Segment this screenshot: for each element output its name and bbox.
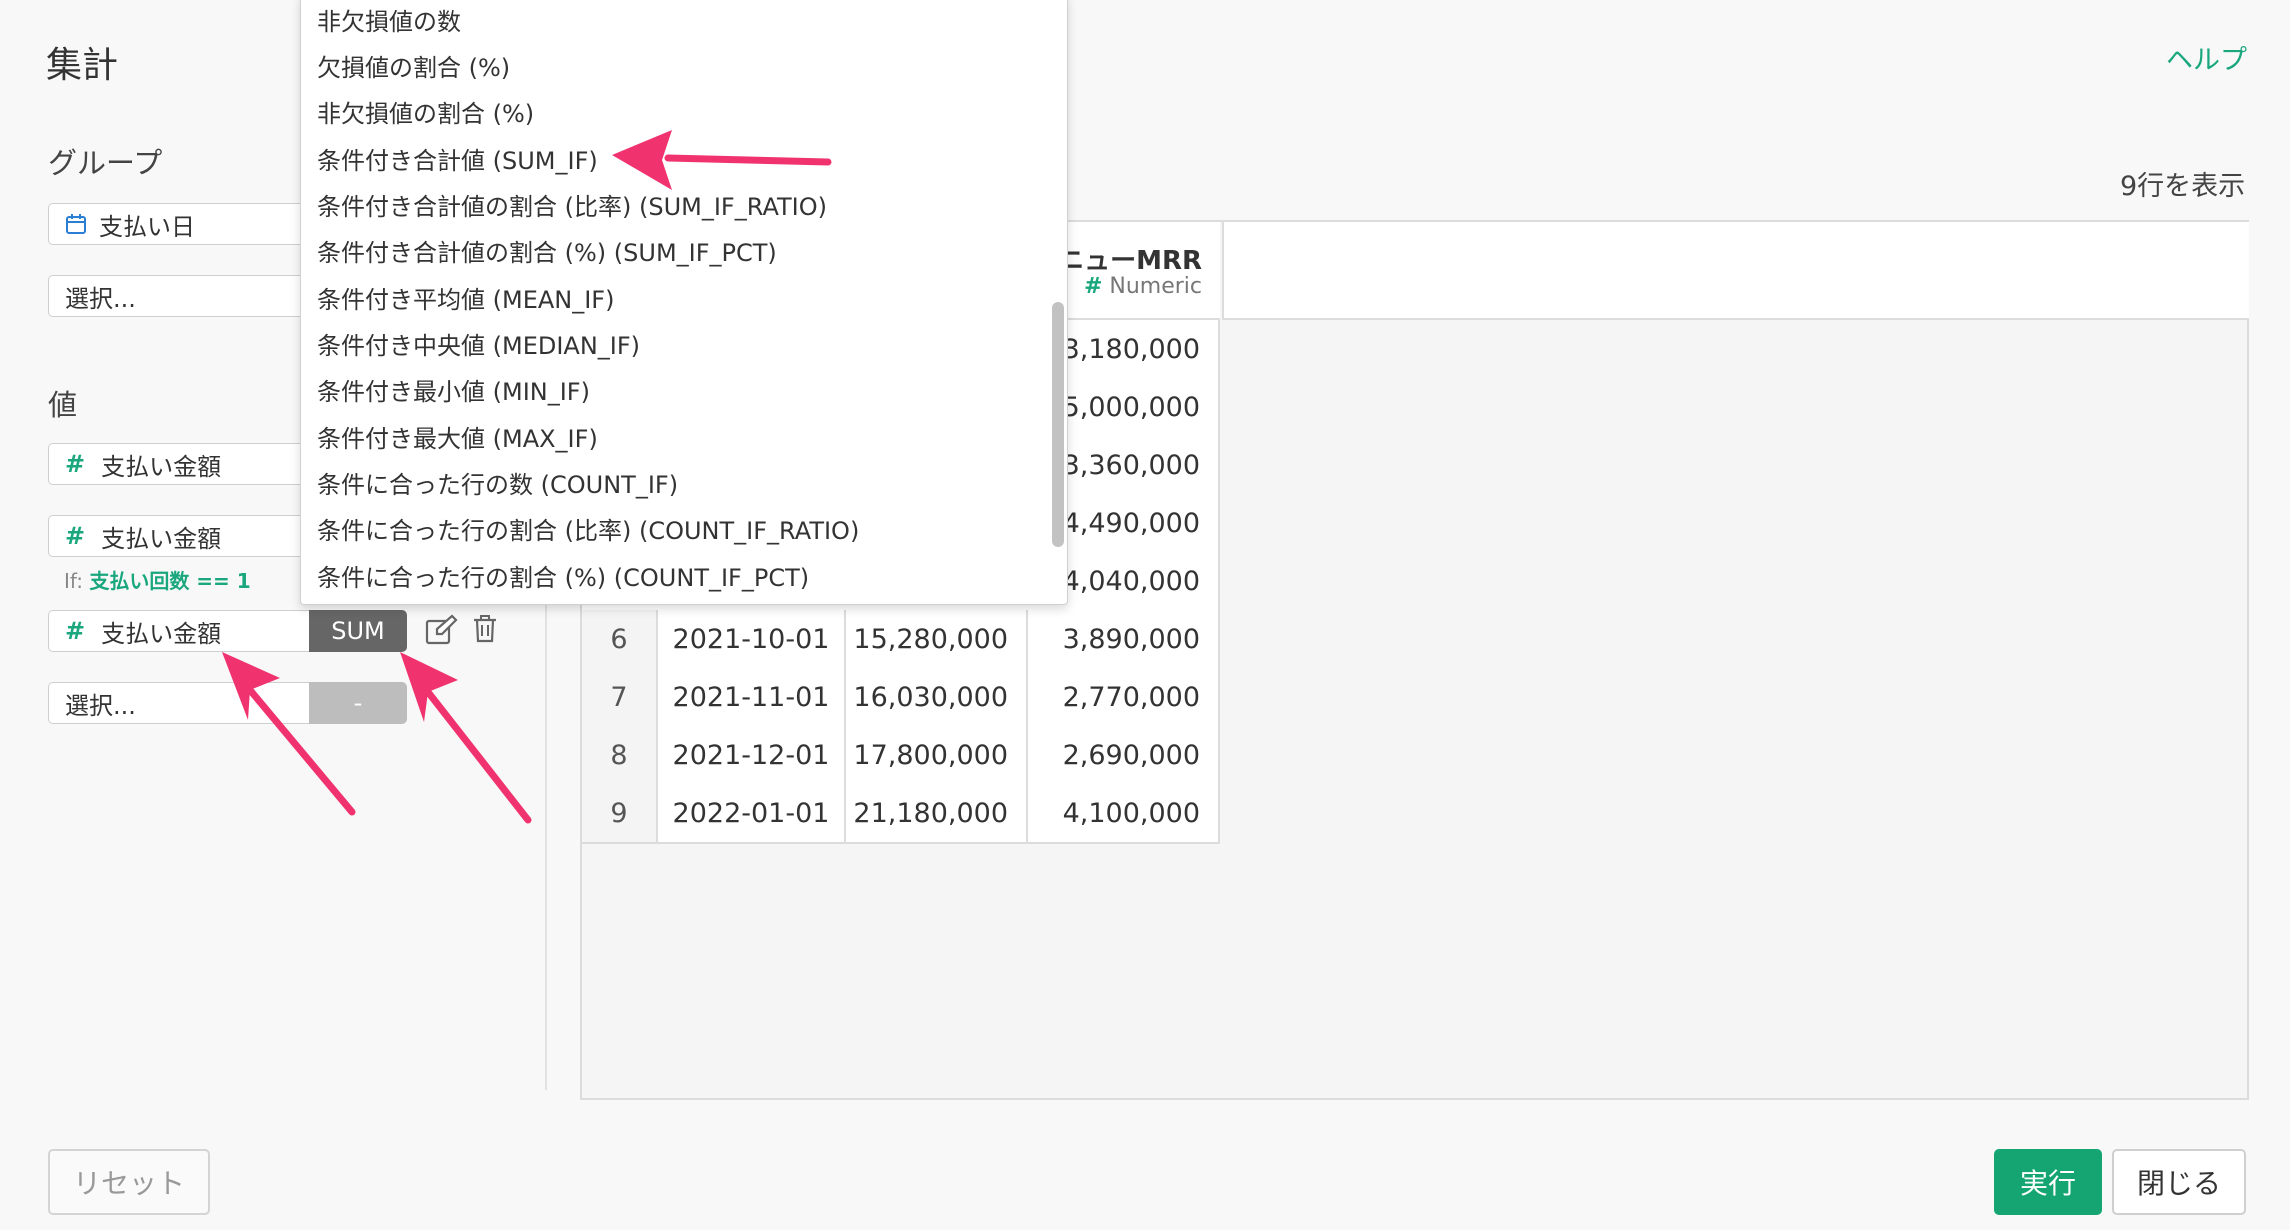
numeric-icon: # — [65, 522, 86, 550]
dropdown-item[interactable]: 非欠損値の数 — [317, 2, 461, 37]
cell-date: 2021-10-01 — [658, 610, 846, 668]
cell-amount: 21,180,000 — [846, 784, 1028, 842]
cell-amount: 17,800,000 — [846, 726, 1028, 784]
dropdown-scrollbar[interactable] — [1052, 302, 1064, 547]
dropdown-item[interactable]: 条件に合った行の数 (COUNT_IF) — [317, 465, 678, 500]
group-select-placeholder: 選択... — [65, 284, 136, 313]
table-row: 9 2022-01-01 21,180,000 4,100,000 — [582, 784, 1220, 844]
dropdown-item[interactable]: 条件付き最小値 (MIN_IF) — [317, 372, 590, 407]
rows-count: 9行を表示 — [2120, 171, 2246, 202]
column-type-label: Numeric — [1109, 274, 1202, 299]
cell-new-mrr: 2,690,000 — [1028, 726, 1220, 784]
dropdown-item[interactable]: 条件付き合計値の割合 (%) (SUM_IF_PCT) — [317, 233, 777, 268]
cell-date: 2022-01-01 — [658, 784, 846, 842]
numeric-icon: # — [65, 450, 86, 478]
aggregation-dropdown[interactable]: 非欠損値の数 欠損値の割合 (%) 非欠損値の割合 (%) 条件付き合計値 (S… — [300, 0, 1068, 605]
cell-row-index: 6 — [582, 610, 658, 668]
help-link[interactable]: ヘルプ — [2166, 38, 2247, 77]
if-condition[interactable]: If: 支払い回数 == 1 — [64, 565, 251, 594]
run-button[interactable]: 実行 — [1994, 1149, 2102, 1215]
numeric-icon: # — [65, 617, 86, 645]
value-section-label: 値 — [48, 388, 78, 422]
cell-amount: 16,030,000 — [846, 668, 1028, 726]
table-row: 8 2021-12-01 17,800,000 2,690,000 — [582, 726, 1220, 786]
value-field-3[interactable]: # 支払い金額 — [48, 610, 310, 652]
value-field-label: 支払い金額 — [101, 619, 222, 648]
calendar-icon — [65, 213, 87, 235]
cell-amount: 15,280,000 — [846, 610, 1028, 668]
cell-row-index: 7 — [582, 668, 658, 726]
value-select[interactable]: 選択... — [48, 682, 310, 724]
if-prefix: If: — [64, 569, 83, 593]
dropdown-item[interactable]: 欠損値の割合 (%) — [317, 48, 510, 83]
table-header-empty — [1222, 222, 2249, 320]
column-type: # Numeric — [1084, 274, 1202, 299]
reset-button[interactable]: リセット — [48, 1149, 210, 1215]
page-title: 集計 — [46, 45, 119, 86]
cell-new-mrr: 3,890,000 — [1028, 610, 1220, 668]
if-condition-text: 支払い回数 == 1 — [89, 569, 251, 593]
column-title-new-mrr: ニューMRR — [1058, 246, 1202, 276]
group-section-label: グループ — [48, 146, 163, 180]
value-field-label: 支払い金額 — [101, 452, 222, 481]
dropdown-item[interactable]: 条件付き最大値 (MAX_IF) — [317, 419, 598, 454]
group-field-label: 支払い日 — [99, 212, 195, 241]
dropdown-item[interactable]: 非欠損値の割合 (%) — [317, 94, 534, 129]
close-button[interactable]: 閉じる — [2112, 1149, 2246, 1215]
cell-row-index: 8 — [582, 726, 658, 784]
aggregation-select-empty[interactable]: - — [309, 682, 407, 724]
numeric-icon: # — [1083, 274, 1103, 299]
dropdown-item[interactable]: 条件に合った行の割合 (%) (COUNT_IF_PCT) — [317, 558, 809, 593]
cell-date: 2021-12-01 — [658, 726, 846, 784]
cell-date: 2021-11-01 — [658, 668, 846, 726]
trash-icon[interactable] — [472, 614, 498, 648]
cell-new-mrr: 2,770,000 — [1028, 668, 1220, 726]
cell-new-mrr: 4,100,000 — [1028, 784, 1220, 842]
dropdown-item[interactable]: 条件付き合計値の割合 (比率) (SUM_IF_RATIO) — [317, 187, 827, 222]
value-select-placeholder: 選択... — [65, 691, 136, 720]
dropdown-item[interactable]: 条件付き中央値 (MEDIAN_IF) — [317, 326, 640, 361]
table-row: 7 2021-11-01 16,030,000 2,770,000 — [582, 668, 1220, 728]
dropdown-item[interactable]: 条件付き平均値 (MEAN_IF) — [317, 280, 614, 315]
aggregation-select-sum[interactable]: SUM — [309, 610, 407, 652]
dropdown-item-sum-if[interactable]: 条件付き合計値 (SUM_IF) — [317, 141, 598, 176]
value-field-label: 支払い金額 — [101, 524, 222, 553]
cell-row-index: 9 — [582, 784, 658, 842]
edit-icon[interactable] — [425, 614, 459, 650]
dropdown-item[interactable]: 条件に合った行の割合 (比率) (COUNT_IF_RATIO) — [317, 511, 859, 546]
table-row: 6 2021-10-01 15,280,000 3,890,000 — [582, 610, 1220, 670]
